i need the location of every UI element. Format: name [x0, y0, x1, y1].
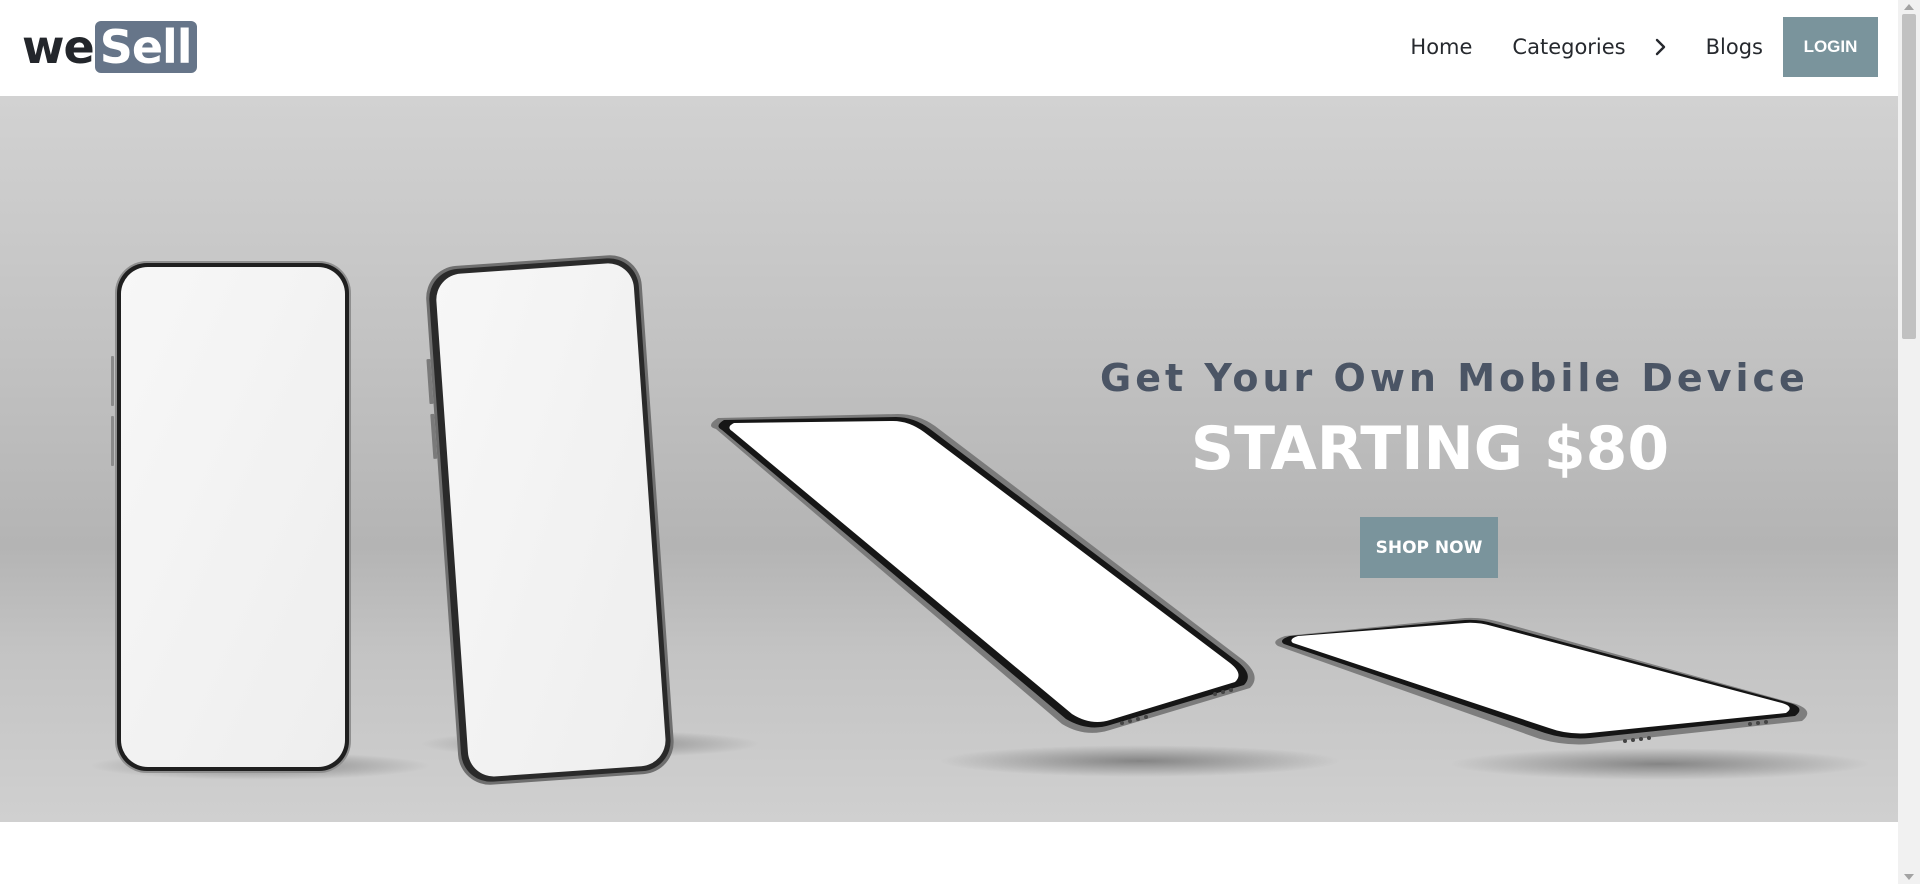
- logo-text-sell: Sell: [94, 21, 197, 73]
- logo-text-we: we: [22, 20, 95, 74]
- page: we Sell Home Categories Blogs LOGIN Get …: [0, 0, 1898, 884]
- hero-price: STARTING $80: [1190, 414, 1670, 484]
- nav-home[interactable]: Home: [1410, 17, 1472, 77]
- hero-banner: Get Your Own Mobile Device STARTING $80 …: [0, 96, 1898, 822]
- chevron-right-icon[interactable]: [1654, 38, 1666, 56]
- logo[interactable]: we Sell: [22, 21, 197, 73]
- phone-4: [1275, 617, 1808, 745]
- main-nav: Home Categories Blogs LOGIN: [1410, 17, 1878, 77]
- shop-now-button[interactable]: SHOP NOW: [1360, 517, 1498, 578]
- nav-categories-label: Categories: [1512, 35, 1626, 59]
- scroll-thumb[interactable]: [1902, 14, 1916, 339]
- nav-blogs[interactable]: Blogs: [1706, 17, 1763, 77]
- phone-2: [426, 255, 674, 785]
- login-button[interactable]: LOGIN: [1783, 17, 1878, 77]
- scroll-up-arrow-icon[interactable]: [1904, 4, 1914, 10]
- nav-categories[interactable]: Categories: [1512, 17, 1665, 77]
- page-scrollbar[interactable]: [1898, 0, 1920, 884]
- scroll-down-arrow-icon[interactable]: [1904, 874, 1914, 880]
- phone-1: [111, 261, 351, 773]
- site-header: we Sell Home Categories Blogs LOGIN: [0, 0, 1898, 96]
- hero-headline: Get Your Own Mobile Device: [1100, 356, 1809, 400]
